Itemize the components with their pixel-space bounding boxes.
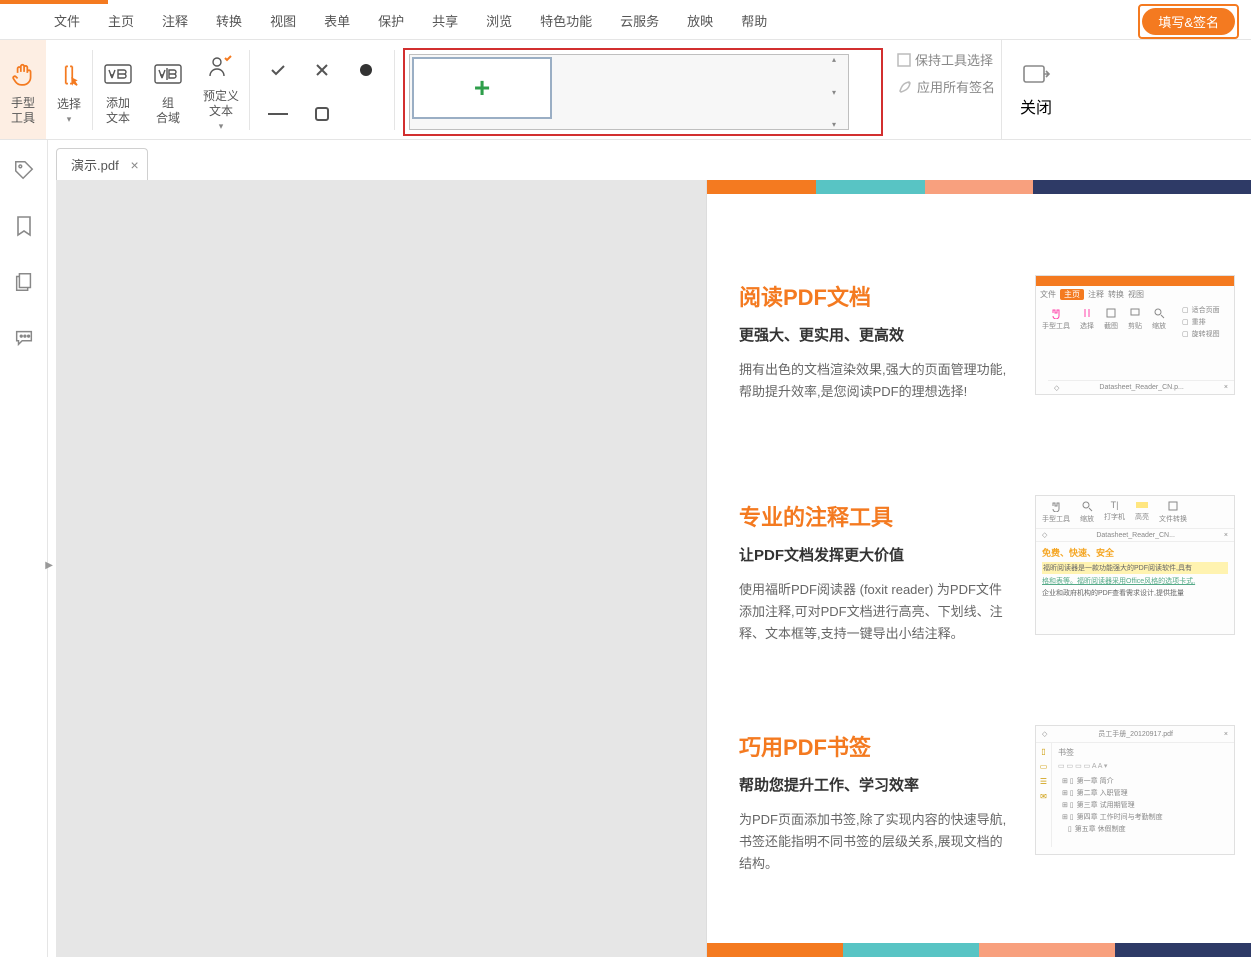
predefined-icon xyxy=(207,47,235,87)
menu-home[interactable]: 主页 xyxy=(94,4,148,40)
menu-protect[interactable]: 保护 xyxy=(364,4,418,40)
pages-icon[interactable] xyxy=(12,270,36,294)
feature-annotate: 专业的注释工具 让PDF文档发挥更大价值 使用福昕PDF阅读器 (foxit r… xyxy=(739,500,1009,645)
left-sidebar: ▶ xyxy=(0,140,48,957)
close-label: 关闭 xyxy=(1020,94,1052,118)
feature-title: 巧用PDF书签 xyxy=(739,730,1009,762)
feature-body: 为PDF页面添加书签,除了实现内容的快速导航,书签还能指明不同书签的层级关系,展… xyxy=(739,809,1009,875)
tool-add-text[interactable]: 添加文本 xyxy=(93,40,143,139)
signature-area-highlight: + ▴▾▾ xyxy=(403,48,883,136)
pdf-page[interactable]: 阅读PDF文档 更强大、更实用、更高效 拥有出色的文档渲染效果,强大的页面管理功… xyxy=(706,180,1251,957)
feature-annotate-thumb: 手型工具 缩放 T|打字机 高亮 文件转换 ◇Datasheet_Reader_… xyxy=(1035,495,1235,635)
fill-sign-highlight: 填写&签名 xyxy=(1138,4,1239,39)
tool-combine-label: 组合域 xyxy=(156,96,180,126)
keep-tool-label: 保持工具选择 xyxy=(915,50,993,69)
feature-body: 使用福昕PDF阅读器 (foxit reader) 为PDF文件添加注释,可对P… xyxy=(739,579,1009,645)
menu-form[interactable]: 表单 xyxy=(310,4,364,40)
select-icon xyxy=(56,55,82,95)
keep-tool-checkbox[interactable]: 保持工具选择 xyxy=(897,50,995,69)
feature-bookmark-thumb: ◇员工手册_20120917.pdf× ▯▭☰✉ 书签 ▭ ▭ ▭ ▭ A A … xyxy=(1035,725,1235,855)
symbol-rect[interactable] xyxy=(302,94,342,134)
tool-select-label: 选择 xyxy=(57,97,81,112)
symbol-x[interactable] xyxy=(302,50,342,90)
tag-icon[interactable] xyxy=(12,158,36,182)
dropdown-icon: ▾ xyxy=(67,114,72,125)
menu-cloud[interactable]: 云服务 xyxy=(606,4,673,40)
document-area: 阅读PDF文档 更强大、更实用、更高效 拥有出色的文档渲染效果,强大的页面管理功… xyxy=(56,180,1251,957)
document-tab[interactable]: 演示.pdf × xyxy=(56,148,148,180)
page-gutter xyxy=(56,180,706,957)
feature-body: 拥有出色的文档渲染效果,强大的页面管理功能,帮助提升效率,是您阅读PDF的理想选… xyxy=(739,359,1009,403)
plus-icon: + xyxy=(474,72,490,104)
page-color-stripe xyxy=(707,180,1251,194)
feature-title: 专业的注释工具 xyxy=(739,500,1009,532)
signature-options: 保持工具选择 应用所有签名 xyxy=(891,40,1001,106)
menu-browse[interactable]: 浏览 xyxy=(472,4,526,40)
menu-file[interactable]: 文件 xyxy=(40,4,94,40)
comments-icon[interactable] xyxy=(12,326,36,350)
menu-comment[interactable]: 注释 xyxy=(148,4,202,40)
separator xyxy=(394,50,395,130)
tool-select[interactable]: 选择 ▾ xyxy=(46,40,92,139)
menu-special[interactable]: 特色功能 xyxy=(526,4,606,40)
menu-share[interactable]: 共享 xyxy=(418,4,472,40)
menu-view[interactable]: 视图 xyxy=(256,4,310,40)
tool-add-text-label: 添加文本 xyxy=(106,96,130,126)
gallery-scroll[interactable]: ▴▾▾ xyxy=(832,55,846,129)
close-icon xyxy=(1021,62,1051,88)
combine-icon xyxy=(153,54,183,94)
apply-all-button[interactable]: 应用所有签名 xyxy=(897,77,995,96)
fill-sign-tab[interactable]: 填写&签名 xyxy=(1142,8,1235,35)
feature-read: 阅读PDF文档 更强大、更实用、更高效 拥有出色的文档渲染效果,强大的页面管理功… xyxy=(739,280,1009,403)
tool-predefined-label: 预定义文本 xyxy=(203,89,239,119)
feature-subtitle: 更强大、更实用、更高效 xyxy=(739,324,1009,345)
hand-icon xyxy=(10,54,36,94)
feature-subtitle: 让PDF文档发挥更大价值 xyxy=(739,544,1009,565)
menu-convert[interactable]: 转换 xyxy=(202,4,256,40)
symbol-check[interactable] xyxy=(258,50,298,90)
tool-hand-label: 手型工具 xyxy=(11,96,35,126)
add-signature-button[interactable]: + xyxy=(412,57,552,119)
expand-sidebar[interactable]: ▶ xyxy=(45,560,53,571)
tool-combine-field[interactable]: 组合域 xyxy=(143,40,193,139)
tab-close-icon[interactable]: × xyxy=(131,157,139,173)
feature-subtitle: 帮助您提升工作、学习效率 xyxy=(739,774,1009,795)
feature-bookmark: 巧用PDF书签 帮助您提升工作、学习效率 为PDF页面添加书签,除了实现内容的快… xyxy=(739,730,1009,875)
menu-help[interactable]: 帮助 xyxy=(727,4,781,40)
bookmark-icon[interactable] xyxy=(12,214,36,238)
menu-play[interactable]: 放映 xyxy=(673,4,727,40)
close-fillsign[interactable]: 关闭 xyxy=(1001,40,1070,139)
page-bottom-stripe xyxy=(707,943,1251,957)
tool-predefined-text[interactable]: 预定义文本 ▾ xyxy=(193,40,249,139)
dropdown-icon: ▾ xyxy=(219,121,224,132)
menu-bar: 文件 主页 注释 转换 视图 表单 保护 共享 浏览 特色功能 云服务 放映 帮… xyxy=(0,4,1251,40)
ribbon: 手型工具 选择 ▾ 添加文本 组合域 预定义文本 ▾ xyxy=(0,40,1251,140)
symbol-dot[interactable] xyxy=(346,50,386,90)
document-tabs: 演示.pdf × xyxy=(56,148,148,180)
add-text-icon xyxy=(103,54,133,94)
feature-title: 阅读PDF文档 xyxy=(739,280,1009,312)
tool-hand[interactable]: 手型工具 xyxy=(0,40,46,139)
apply-all-label: 应用所有签名 xyxy=(917,77,995,96)
symbol-line[interactable] xyxy=(258,94,298,134)
signature-gallery[interactable]: + ▴▾▾ xyxy=(409,54,849,130)
feature-read-thumb: 文件主页注释转换视图 手型工具 选择 截图 剪贴 缩放 ▢ 适合页面 ▢ 重排 … xyxy=(1035,275,1235,395)
symbol-grid xyxy=(250,40,394,144)
tab-title: 演示.pdf xyxy=(71,155,119,174)
